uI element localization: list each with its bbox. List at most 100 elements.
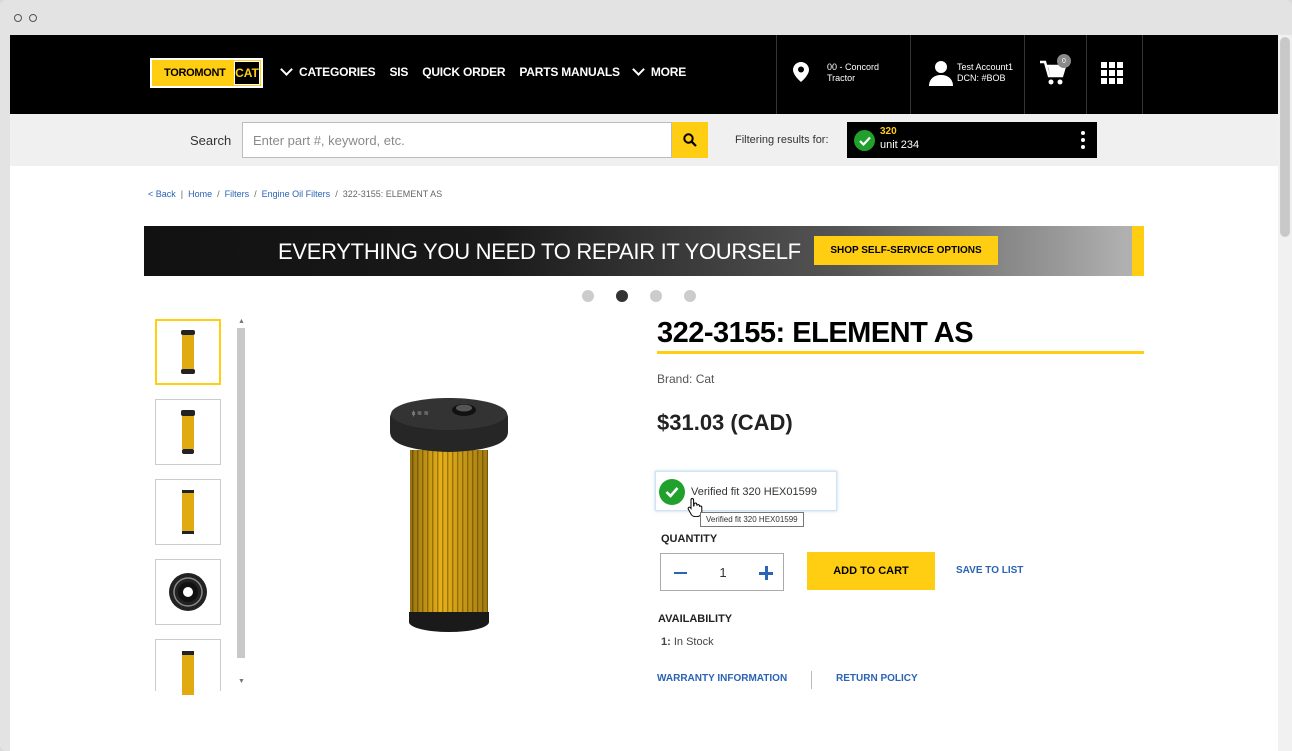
title-underline [657, 351, 1144, 354]
product-thumbnail-selected[interactable] [155, 319, 221, 385]
save-to-list-link[interactable]: SAVE TO LIST [956, 565, 1023, 576]
search-button[interactable] [672, 122, 708, 158]
nav-categories[interactable]: CATEGORIES [280, 63, 376, 79]
filter-label: Filtering results for: [735, 134, 829, 146]
breadcrumb-back[interactable]: < Back [148, 189, 176, 199]
nav-quick-order[interactable]: QUICK ORDER [422, 65, 505, 79]
link-divider [811, 671, 812, 689]
cart-count-badge: 0 [1057, 54, 1071, 68]
chevron-down-icon [631, 63, 645, 76]
svg-text:ϕ ≋ ≋: ϕ ≋ ≋ [412, 411, 429, 417]
return-policy-link[interactable]: RETURN POLICY [836, 673, 918, 684]
increase-quantity-button[interactable] [755, 562, 777, 584]
product-main-image[interactable]: ϕ ≋ ≋ [382, 390, 512, 640]
breadcrumb-separator: / [335, 189, 338, 199]
browser-window: TOROMONT CAT CATEGORIES SIS QUICK ORDER … [0, 0, 1292, 751]
nav-links: CATEGORIES SIS QUICK ORDER PARTS MANUALS… [280, 63, 687, 79]
breadcrumb: < Back | Home / Filters / Engine Oil Fil… [148, 189, 442, 199]
chevron-down-icon [280, 63, 293, 76]
breadcrumb-separator: / [254, 189, 257, 199]
product-price: $31.03 (CAD) [657, 410, 793, 435]
top-navigation: TOROMONT CAT CATEGORIES SIS QUICK ORDER … [10, 35, 1278, 114]
toromont-cat-logo[interactable]: TOROMONT CAT [150, 58, 263, 88]
thumbnail-scrollbar[interactable]: ▲ ▼ [234, 318, 248, 690]
carousel-dot-active[interactable] [616, 290, 628, 302]
banner-headline: EVERYTHING YOU NEED TO REPAIR IT YOURSEL… [278, 239, 801, 264]
location-branch: 00 - Concord [827, 62, 880, 72]
quantity-label: QUANTITY [661, 533, 718, 545]
breadcrumb-home[interactable]: Home [188, 189, 212, 199]
scroll-down-icon[interactable]: ▼ [238, 678, 245, 685]
account-dcn: DCN: #BOB [957, 73, 1006, 83]
search-label: Search [190, 133, 232, 148]
scroll-up-icon[interactable]: ▲ [238, 318, 245, 325]
verified-fit-text: Verified fit 320 HEX01599 [691, 486, 817, 498]
filter-unit: unit 234 [880, 139, 920, 151]
cart-button[interactable]: 0 [1024, 35, 1086, 114]
product-brand: Brand: Cat [657, 372, 715, 386]
product-thumbnail[interactable] [155, 399, 221, 465]
search-icon [683, 133, 697, 147]
quantity-stepper: 1 [660, 553, 784, 591]
availability-text: In Stock [673, 636, 714, 648]
close-window-button[interactable] [14, 14, 22, 22]
location-type: Tractor [827, 73, 856, 83]
grid-icon [1101, 62, 1123, 84]
warranty-information-link[interactable]: WARRANTY INFORMATION [657, 673, 787, 684]
search-input[interactable] [242, 122, 672, 158]
thumbnail-scroll-thumb[interactable] [237, 328, 245, 658]
breadcrumb-current: 322-3155: ELEMENT AS [342, 189, 443, 199]
minimize-window-button[interactable] [29, 14, 37, 22]
decrease-quantity-button[interactable] [669, 562, 691, 584]
nav-sis[interactable]: SIS [389, 65, 408, 79]
quantity-value[interactable]: 1 [711, 565, 735, 580]
carousel-dot[interactable] [684, 290, 696, 302]
availability-status: 1: In Stock [661, 636, 714, 648]
carousel-dot[interactable] [582, 290, 594, 302]
nav-more[interactable]: MORE [631, 63, 687, 79]
breadcrumb-separator: / [217, 189, 220, 199]
availability-label: AVAILABILITY [658, 613, 733, 625]
promo-banner: EVERYTHING YOU NEED TO REPAIR IT YOURSEL… [144, 226, 1144, 276]
equipment-filter[interactable]: 320 unit 234 [847, 122, 1097, 158]
check-circle-icon [854, 130, 875, 151]
nav-parts-manuals[interactable]: PARTS MANUALS [519, 65, 620, 79]
account-menu[interactable]: Test Account1 DCN: #BOB [910, 35, 1024, 114]
search-bar: Search Filtering results for: 320 unit 2… [10, 114, 1278, 166]
logo-text: TOROMONT [164, 67, 226, 79]
nav-more-label: MORE [650, 65, 687, 79]
breadcrumb-engine-oil-filters[interactable]: Engine Oil Filters [262, 189, 331, 199]
page-scroll-thumb[interactable] [1280, 37, 1290, 237]
minus-icon [673, 571, 687, 575]
product-thumbnail[interactable] [155, 479, 221, 545]
title-bar [0, 0, 1292, 35]
banner-accent [1132, 226, 1144, 276]
filter-thumbnail-image [182, 490, 194, 534]
product-thumbnail[interactable] [155, 559, 221, 625]
filter-model: 320 [880, 126, 897, 137]
kebab-menu-icon[interactable] [1081, 131, 1085, 149]
availability-quantity: 1: [661, 636, 671, 648]
product-title: 322-3155: ELEMENT AS [657, 317, 974, 349]
filter-thumbnail-image [181, 410, 195, 454]
check-circle-icon [659, 479, 685, 505]
account-name: Test Account1 [957, 62, 1014, 72]
verified-fit-badge[interactable]: Verified fit 320 HEX01599 [655, 471, 837, 511]
filter-thumbnail-image [182, 650, 194, 695]
breadcrumb-filters[interactable]: Filters [225, 189, 250, 199]
shop-self-service-button[interactable]: SHOP SELF-SERVICE OPTIONS [814, 236, 998, 265]
verified-fit-tooltip: Verified fit 320 HEX01599 [700, 512, 804, 527]
product-thumbnail[interactable] [155, 639, 221, 695]
page-scrollbar[interactable] [1278, 35, 1292, 751]
nav-categories-label: CATEGORIES [299, 65, 376, 79]
apps-menu-button[interactable] [1086, 35, 1143, 114]
cat-logo-badge: CAT [234, 61, 260, 85]
location-selector[interactable]: 00 - Concord Tractor [776, 35, 910, 114]
add-to-cart-button[interactable]: ADD TO CART [807, 552, 935, 590]
carousel-dot[interactable] [650, 290, 662, 302]
carousel-dots [582, 290, 696, 302]
filter-thumbnail-image [181, 330, 195, 374]
page-content: TOROMONT CAT CATEGORIES SIS QUICK ORDER … [10, 35, 1278, 751]
filter-top-view-image [169, 573, 207, 611]
location-pin-icon [793, 62, 809, 82]
